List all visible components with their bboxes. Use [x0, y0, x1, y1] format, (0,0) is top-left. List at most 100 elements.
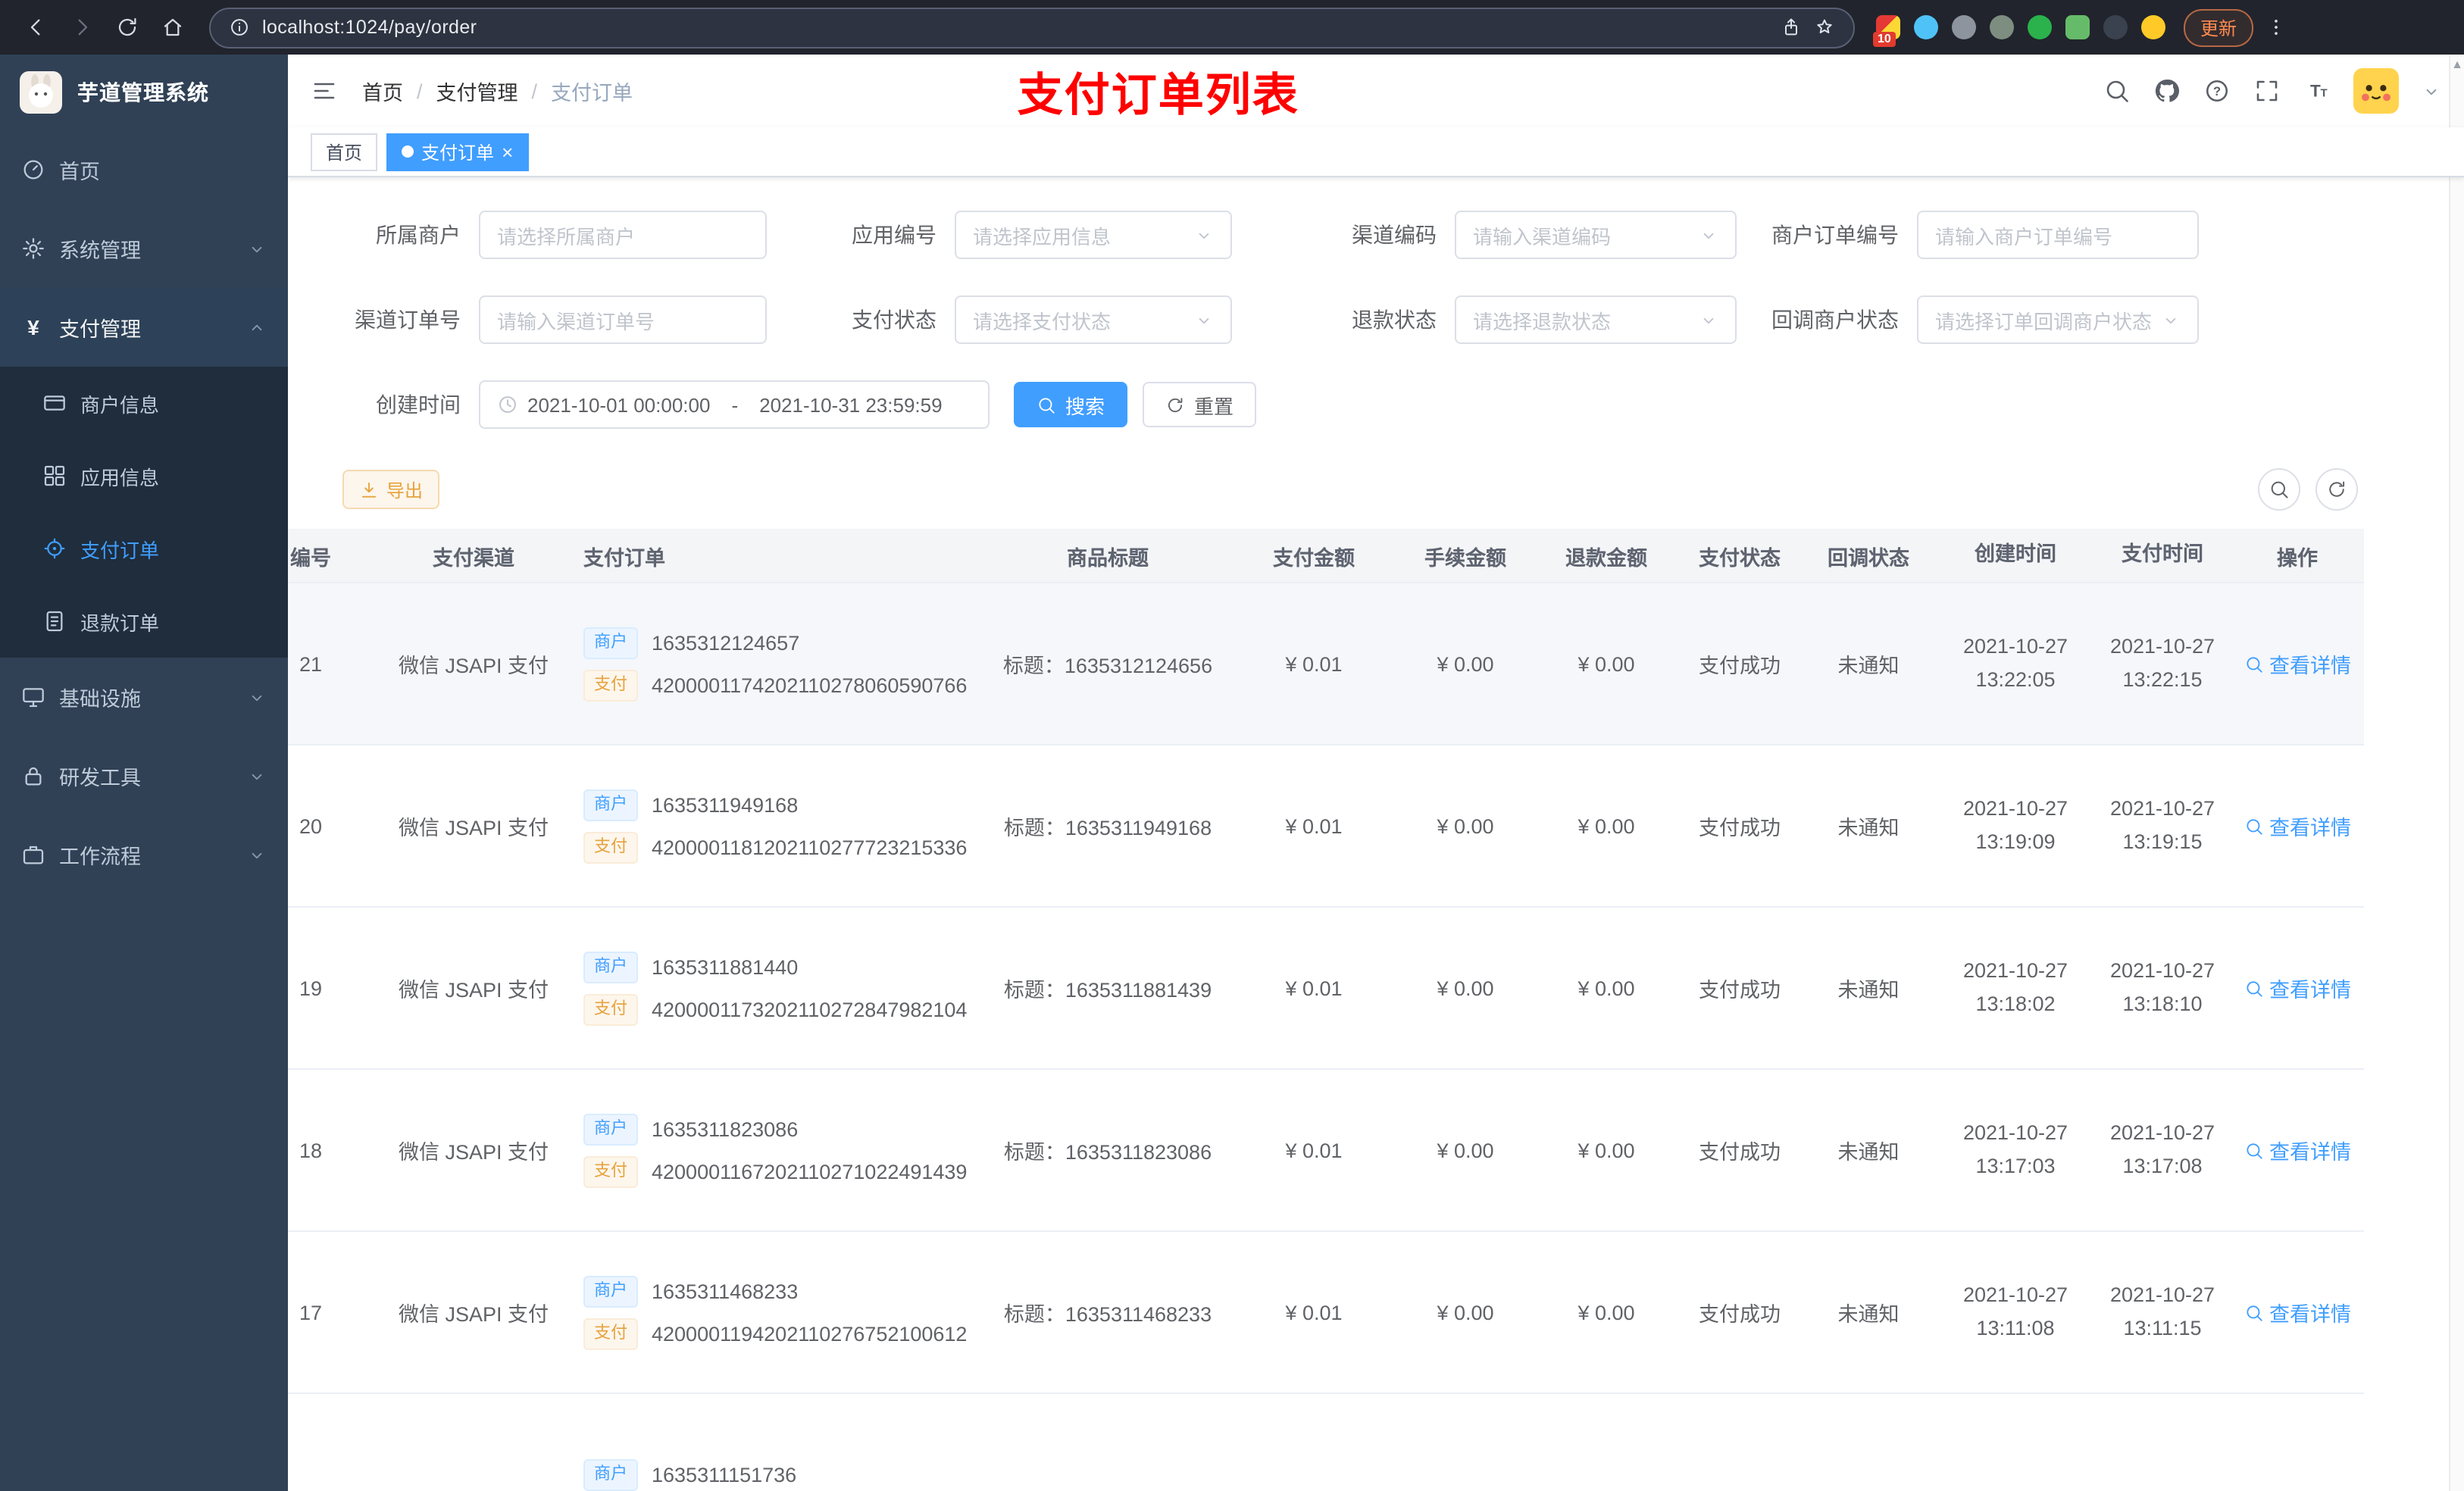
cell-channel: 微信 JSAPI 支付 — [398, 979, 549, 1002]
cell-amount: ¥ 0.01 — [1285, 977, 1343, 999]
table-refresh-icon-button[interactable] — [2315, 468, 2358, 511]
table-row[interactable]: 21 微信 JSAPI 支付 商户 1635312124657 支付 4200001… — [288, 583, 2364, 746]
search-icon[interactable] — [2103, 77, 2131, 105]
cell-order: 商户 1635311151736 — [568, 1448, 985, 1491]
cell-amount: ¥ 0.01 — [1285, 814, 1343, 837]
help-icon[interactable]: ? — [2203, 77, 2231, 105]
bookmark-star-icon[interactable] — [1814, 17, 1835, 38]
merchant-select[interactable]: 请选择所属商户 — [479, 211, 767, 259]
cell-channel: 微信 JSAPI 支付 — [398, 1141, 549, 1164]
avatar-caret-icon[interactable] — [2422, 81, 2441, 101]
page-scrollbar[interactable]: ▲ — [2449, 55, 2464, 1491]
forward-button[interactable] — [61, 7, 102, 48]
font-size-icon[interactable]: TT — [2303, 77, 2331, 105]
browser-update-button[interactable]: 更新 — [2184, 8, 2254, 46]
extension-icon[interactable] — [2028, 15, 2052, 39]
table-row[interactable]: 17 微信 JSAPI 支付 商户 1635311468233 支付 4200001… — [288, 1232, 2364, 1394]
cell-order: 商户 1635311823086 支付 4200001167202110271022… — [568, 1102, 985, 1198]
url-bar[interactable]: localhost:1024/pay/order — [209, 7, 1855, 48]
cell-id: 21 — [299, 652, 323, 675]
sidebar-item-system[interactable]: 系统管理 — [0, 209, 288, 288]
sidebar-item-merchant-info[interactable]: 商户信息 — [0, 367, 288, 439]
cell-title: 标题：1635311881439 — [1003, 979, 1212, 1002]
sidebar-item-workflow[interactable]: 工作流程 — [0, 815, 288, 894]
view-detail-link[interactable]: 查看详情 — [2244, 1297, 2351, 1327]
extension-icon[interactable] — [2141, 15, 2165, 39]
site-info-icon[interactable] — [229, 17, 250, 38]
sidebar-item-app-info[interactable]: 应用信息 — [0, 439, 288, 512]
refund-status-label: 退款状态 — [1352, 308, 1437, 332]
channel-order-no-input[interactable]: 请输入渠道订单号 — [479, 295, 767, 344]
extension-icon[interactable]: 10 — [1873, 15, 1900, 47]
sidebar-item-dev-tools[interactable]: 研发工具 — [0, 736, 288, 815]
sidebar-item-home[interactable]: 首页 — [0, 130, 288, 209]
gear-icon — [21, 236, 45, 261]
browser-chrome: localhost:1024/pay/order 10 更新 — [0, 0, 2464, 55]
main-header: 首页 / 支付管理 / 支付订单 支付订单列表 ? TT — [288, 55, 2464, 127]
table-row[interactable]: 19 微信 JSAPI 支付 商户 1635311881440 支付 4200001… — [288, 908, 2364, 1070]
reload-button[interactable] — [106, 7, 147, 48]
app-id-select[interactable]: 请选择应用信息 — [955, 211, 1232, 259]
extension-icon[interactable] — [1952, 15, 1976, 39]
cell-create-time: 2021-10-27 13:11:08 — [1962, 1283, 2068, 1339]
cell-pay-time: 2021-10-27 13:19:15 — [2109, 796, 2215, 853]
fullscreen-icon[interactable] — [2253, 77, 2281, 105]
view-detail-link[interactable]: 查看详情 — [2244, 973, 2351, 1003]
cell-channel: 微信 JSAPI 支付 — [398, 817, 549, 839]
table-search-icon-button[interactable] — [2258, 468, 2300, 511]
cell-order: 商户 1635311881440 支付 4200001173202110272847… — [568, 940, 985, 1036]
export-button[interactable]: 导出 — [342, 470, 440, 509]
browser-menu-icon[interactable] — [2265, 17, 2287, 38]
notify-status-select[interactable]: 请选择订单回调商户状态 — [1917, 295, 2199, 344]
app-logo[interactable]: 芋道管理系统 — [0, 55, 288, 130]
sidebar-toggle-icon[interactable] — [311, 77, 338, 105]
cell-fee: ¥ 0.00 — [1437, 1139, 1494, 1161]
cell-notify-status: 未通知 — [1837, 979, 1900, 1002]
table-row[interactable]: 18 微信 JSAPI 支付 商户 1635311823086 支付 4200001… — [288, 1070, 2364, 1232]
create-time-range-picker[interactable]: 2021-10-01 00:00:00 - 2021-10-31 23:59:5… — [479, 380, 990, 429]
briefcase-icon — [21, 842, 45, 867]
cell-refund: ¥ 0.00 — [1578, 1139, 1635, 1161]
github-icon[interactable] — [2153, 77, 2181, 105]
cell-fee: ¥ 0.00 — [1437, 977, 1494, 999]
extension-icon[interactable] — [2065, 15, 2090, 39]
back-button[interactable] — [15, 7, 56, 48]
home-button[interactable] — [152, 7, 192, 48]
user-avatar[interactable] — [2353, 68, 2399, 114]
cell-create-time: 2021-10-27 13:17:03 — [1962, 1121, 2068, 1177]
table-row[interactable]: 20 微信 JSAPI 支付 商户 1635311949168 支付 4200001… — [288, 746, 2364, 908]
cell-amount: ¥ 0.01 — [1285, 1139, 1343, 1161]
grid-icon — [42, 464, 67, 488]
share-icon[interactable] — [1781, 17, 1802, 38]
cell-pay-time: 2021-10-27 13:11:15 — [2109, 1283, 2215, 1339]
cell-amount: ¥ 0.01 — [1285, 652, 1343, 675]
search-button[interactable]: 搜索 — [1014, 382, 1128, 427]
view-detail-link[interactable]: 查看详情 — [2244, 649, 2351, 679]
close-icon[interactable]: × — [502, 142, 513, 161]
sidebar-item-refund-order[interactable]: 退款订单 — [0, 585, 288, 658]
reset-button[interactable]: 重置 — [1143, 382, 1257, 427]
tab-pay-order[interactable]: 支付订单 × — [386, 133, 529, 170]
breadcrumb-payment[interactable]: 支付管理 — [436, 76, 518, 106]
app-title: 芋道管理系统 — [77, 80, 209, 105]
view-detail-link[interactable]: 查看详情 — [2244, 1135, 2351, 1165]
create-time-label: 创建时间 — [376, 392, 461, 417]
sidebar-item-infrastructure[interactable]: 基础设施 — [0, 658, 288, 736]
cell-refund: ¥ 0.00 — [1578, 1301, 1635, 1324]
breadcrumb-home[interactable]: 首页 — [362, 76, 403, 106]
merchant-order-no-input[interactable]: 请输入商户订单编号 — [1917, 211, 2199, 259]
extension-icon[interactable] — [2103, 15, 2128, 39]
extension-icon[interactable] — [1990, 15, 2014, 39]
chevron-up-icon — [247, 317, 267, 337]
clock-icon — [497, 394, 518, 415]
sidebar-item-payment[interactable]: ¥ 支付管理 — [0, 288, 288, 367]
view-detail-link[interactable]: 查看详情 — [2244, 811, 2351, 841]
pay-status-select[interactable]: 请选择支付状态 — [955, 295, 1232, 344]
tab-home[interactable]: 首页 — [311, 133, 378, 170]
channel-code-select[interactable]: 请输入渠道编码 — [1455, 211, 1737, 259]
extension-icon[interactable] — [1914, 15, 1938, 39]
sidebar-item-pay-order[interactable]: 支付订单 — [0, 512, 288, 585]
table-row[interactable]: 商户 1635311151736 — [288, 1394, 2364, 1491]
refund-status-select[interactable]: 请选择退款状态 — [1455, 295, 1737, 344]
cell-refund: ¥ 0.00 — [1578, 977, 1635, 999]
